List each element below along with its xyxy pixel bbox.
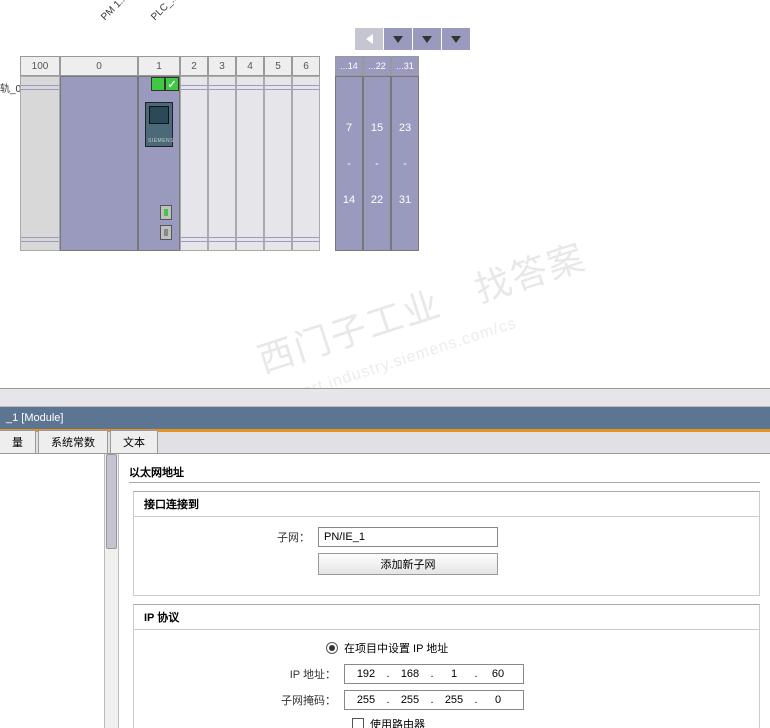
expand-slot-23-31[interactable]: 23-31 [391,76,419,251]
radio-set-in-project-label: 在项目中设置 IP 地址 [344,640,448,656]
nav-expand-3[interactable] [442,28,470,50]
rack-prefix-slot[interactable] [20,76,60,251]
empty-slot-4[interactable] [236,76,264,251]
status-check-icon: ✓ [165,77,179,91]
ethernet-port-2-icon[interactable] [160,225,172,240]
slot-col-4[interactable]: 4 [236,56,264,76]
sidebar-scrollbar[interactable] [105,454,119,728]
slot-nav-arrows [355,28,470,50]
radio-set-in-project[interactable] [326,642,338,654]
nav-expand-2[interactable] [413,28,441,50]
use-router-checkbox[interactable] [352,718,364,728]
use-router-label: 使用路由器 [370,716,425,728]
interface-connect-subsection: 接口连接到 子网： 添加新子网 [133,491,760,596]
nav-left-button[interactable] [355,28,383,50]
slot-col-ext-31[interactable]: ...31 [391,56,419,76]
use-router-checkbox-row[interactable]: 使用路由器 [148,716,745,728]
subnet-label: 子网： [148,529,318,545]
rack-row-label: 轨_0 [0,80,21,95]
add-subnet-button[interactable]: 添加新子网 [318,553,498,575]
ip-protocol-subsection: IP 协议 在项目中设置 IP 地址 IP 地址： 192. 168. 1. 6… [133,604,760,728]
ip-address-label: IP 地址： [174,666,344,682]
panel-content: 以太网地址 接口连接到 子网： 添加新子网 IP 协议 [0,454,770,728]
plc-status-row: ✓ [151,77,179,91]
pm-module-label: PM 1... [99,0,129,23]
slot-col-0[interactable]: 0 [60,56,138,76]
tab-system-constants[interactable]: 系统常数 [38,430,108,453]
slot-col-ext-22[interactable]: ...22 [363,56,391,76]
slot-col-5[interactable]: 5 [264,56,292,76]
subnet-mask-input[interactable]: 255. 255. 255. 0 [344,690,524,710]
subnet-mask-label: 子网掩码： [174,692,344,708]
properties-sidebar[interactable] [0,454,105,728]
slot-col-ext-14[interactable]: ...14 [335,56,363,76]
ethernet-section-title: 以太网地址 [129,460,760,483]
slot-col-2[interactable]: 2 [180,56,208,76]
empty-slot-2[interactable] [180,76,208,251]
status-ok-icon [151,77,165,91]
panel-title: _1 [Module] [6,412,63,424]
slot-col-3[interactable]: 3 [208,56,236,76]
panel-titlebar: _1 [Module] [0,407,770,429]
ethernet-port-1-icon[interactable] [160,205,172,220]
subnet-select[interactable] [318,527,498,547]
properties-panel: _1 [Module] 量 系统常数 文本 以太网地址 接口连接到 子网： [0,388,770,728]
empty-slot-5[interactable] [264,76,292,251]
expand-slot-15-22[interactable]: 15-22 [363,76,391,251]
plc-display: SIEMENS [145,102,173,147]
pm-module-slot[interactable] [60,76,138,251]
tab-text[interactable]: 文本 [110,430,158,453]
plc-brand-label: SIEMENS [148,138,170,144]
slot-col-1[interactable]: 1 [138,56,180,76]
nav-expand-1[interactable] [384,28,412,50]
empty-slot-6[interactable] [292,76,320,251]
plc-module-label: PLC_... [149,0,180,23]
ip-protocol-title: IP 协议 [134,605,759,630]
interface-connect-title: 接口连接到 [134,492,759,517]
properties-body: 以太网地址 接口连接到 子网： 添加新子网 IP 协议 [119,454,770,728]
slot-header-row: 100 0 1 2 3 4 5 6 ...14 ...22 ...31 [20,56,419,76]
ip-set-in-project-radio-row[interactable]: 在项目中设置 IP 地址 [148,640,745,656]
empty-slot-3[interactable] [208,76,236,251]
panel-edge [0,389,770,407]
rack-body: ✓ SIEMENS 7-14 15-22 23-31 [20,76,419,251]
expand-slot-7-14[interactable]: 7-14 [335,76,363,251]
scroll-thumb[interactable] [106,454,117,549]
ip-address-input[interactable]: 192. 168. 1. 60 [344,664,524,684]
tab-variables[interactable]: 量 [0,430,36,453]
watermark-text: 西门子工业 找答案 [250,228,591,383]
plc-module-slot[interactable]: ✓ SIEMENS [138,76,180,251]
slot-col-100[interactable]: 100 [20,56,60,76]
tabs-row: 量 系统常数 文本 [0,432,770,454]
slot-col-6[interactable]: 6 [292,56,320,76]
